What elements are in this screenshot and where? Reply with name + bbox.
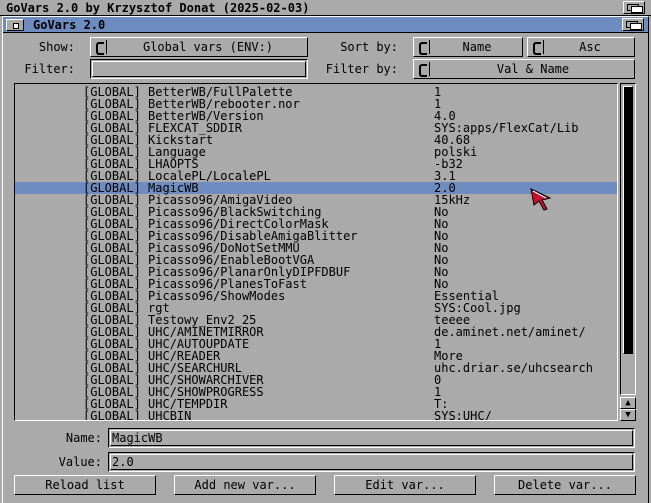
workbench-screen: GoVars 2.0 by Krzysztof Donat (2025-02-0… [0,0,651,503]
var-name: [GLOBAL] UHCBIN [83,409,192,421]
sort-order-cycle-gadget[interactable]: Asc [527,37,635,57]
show-label: Show: [38,40,75,54]
var-value: de.aminet.net/aminet/ [434,325,586,339]
sort-field-cycle-gadget[interactable]: Name [413,37,523,57]
filterby-cycle-gadget[interactable]: Val & Name [413,59,635,79]
name-input[interactable]: MagicWB [108,428,635,448]
var-value: SYS:UHC/ [434,409,492,421]
scroll-up-icon[interactable]: ▲ [620,397,636,409]
filterby-label: Filter by: [325,62,398,76]
cycle-icon [416,40,430,55]
name-label: Name: [65,431,102,445]
show-cycle-gadget[interactable]: Global vars (ENV:) [90,37,308,57]
window-depth-icon[interactable] [622,18,644,31]
screen-title: GoVars 2.0 by Krzysztof Donat (2025-02-0… [6,1,310,15]
cycle-icon [530,40,544,55]
mouse-pointer-icon [530,188,552,211]
edit-var-button[interactable]: Edit var... [334,475,476,495]
list-scrollbar[interactable] [620,83,636,395]
screen-title-bar: GoVars 2.0 by Krzysztof Donat (2025-02-0… [0,0,651,16]
scroll-down-icon[interactable]: ▼ [620,409,636,421]
filter-input[interactable] [90,59,308,79]
show-value: Global vars (ENV:) [142,40,274,54]
sort-order-value: Asc [579,40,601,54]
screen-depth-icon[interactable] [623,1,645,14]
filter-label: Filter: [24,62,75,76]
cycle-icon [416,62,430,77]
value-label: Value: [58,455,102,469]
list-item[interactable]: [GLOBAL] UHCBIN SYS:UHC/ [15,409,617,421]
window-title: GoVars 2.0 [33,18,106,32]
reload-list-button[interactable]: Reload list [14,475,156,495]
sort-field-value: Name [462,40,492,54]
add-new-var-button[interactable]: Add new var... [174,475,316,495]
scrollbar-knob[interactable] [623,86,633,354]
value-input[interactable]: 2.0 [108,452,635,472]
variables-listview[interactable]: [GLOBAL] BetterWB/FullPalette 1 [GLOBAL] B… [14,83,618,421]
window-title-bar[interactable]: GoVars 2.0 [3,17,648,33]
cycle-icon [93,40,107,55]
sortby-label: Sort by: [340,40,398,54]
delete-var-button[interactable]: Delete var... [494,475,636,495]
filterby-value: Val & Name [496,62,570,76]
close-icon[interactable] [6,19,24,31]
var-value: uhc.driar.se/uhcsearch [434,361,593,375]
